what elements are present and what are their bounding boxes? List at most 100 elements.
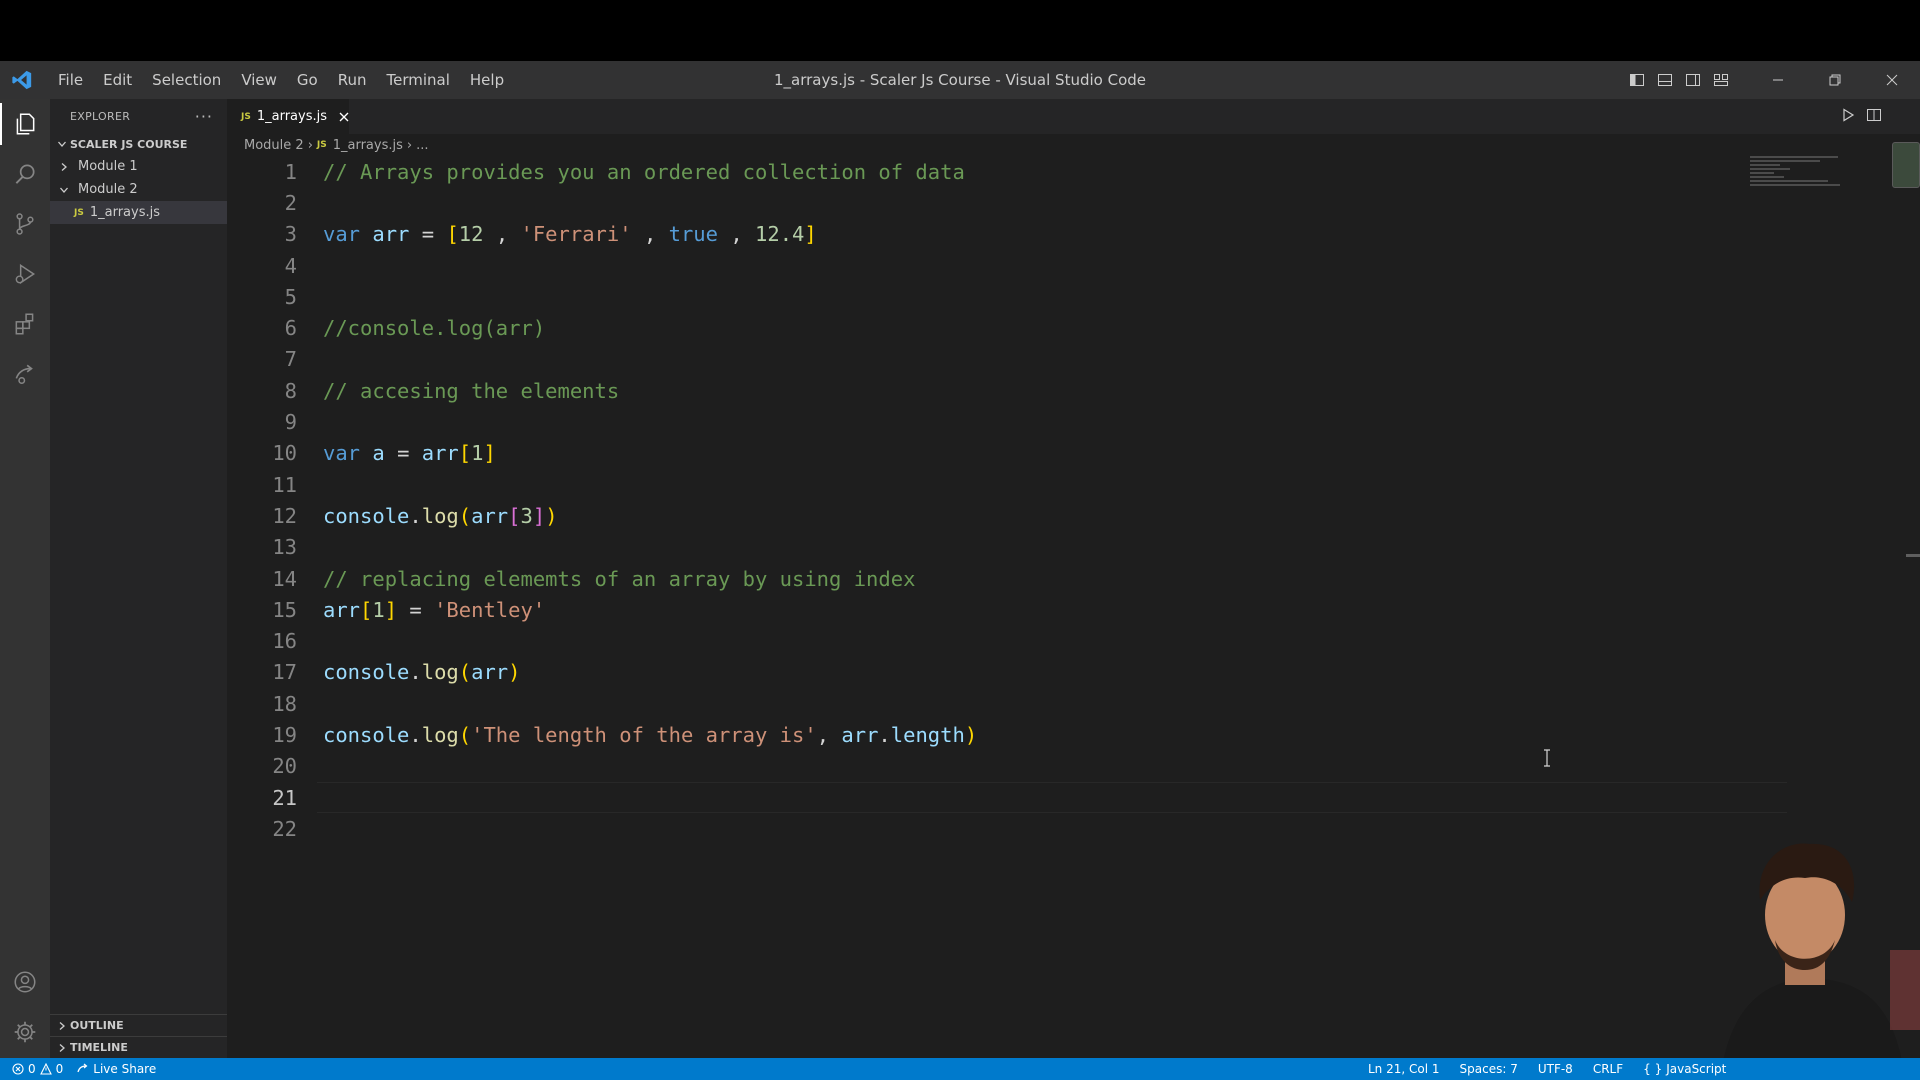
menu-run[interactable]: Run xyxy=(328,61,377,99)
line-number: 11 xyxy=(272,472,297,497)
tree-item-1-arrays-js[interactable]: JS 1_arrays.js xyxy=(50,201,227,224)
code-text: // accesing the elements xyxy=(323,378,620,403)
status-right: Ln 21, Col 1 Spaces: 7 UTF-8 CRLF { } Ja… xyxy=(1368,1058,1726,1080)
timeline-section-header[interactable]: TIMELINE xyxy=(50,1036,227,1058)
line-number: 15 xyxy=(272,597,297,622)
line-number: 13 xyxy=(272,535,297,560)
search-icon[interactable] xyxy=(0,149,50,199)
cursor-position[interactable]: Ln 21, Col 1 xyxy=(1368,1062,1440,1076)
code-text: console.log(arr[3]) xyxy=(323,503,558,528)
code-line: 20 xyxy=(227,751,1787,782)
chevron-right-icon: › xyxy=(307,137,313,153)
language-mode[interactable]: { } JavaScript xyxy=(1643,1062,1726,1076)
tab-label: 1_arrays.js xyxy=(256,109,327,124)
code-line: 3 var arr = [12 , 'Ferrari' , true , 12.4… xyxy=(227,219,1787,250)
warning-icon xyxy=(39,1063,52,1075)
problems-indicator[interactable]: 0 0 xyxy=(12,1062,63,1076)
code-line: 11 xyxy=(227,469,1787,500)
explorer-icon[interactable] xyxy=(0,99,50,149)
code-line: 22 xyxy=(227,813,1787,844)
code-text: // replacing elememts of an array by usi… xyxy=(323,566,916,591)
workspace-section-header[interactable]: SCALER JS COURSE xyxy=(50,133,227,155)
tree-item-module-2[interactable]: Module 2 xyxy=(50,178,227,201)
customize-layout-icon[interactable] xyxy=(1707,61,1735,99)
line-number: 20 xyxy=(272,754,297,779)
menu-help[interactable]: Help xyxy=(460,61,514,99)
line-number: 14 xyxy=(272,566,297,591)
code-text: var arr = [12 , 'Ferrari' , true , 12.4] xyxy=(323,222,817,247)
menu-file[interactable]: File xyxy=(48,61,93,99)
code-editor[interactable]: 1 // Arrays provides you an ordered colle… xyxy=(227,156,1787,845)
line-number: 12 xyxy=(272,503,297,528)
tree-item-label: Module 1 xyxy=(78,159,138,174)
status-left: 0 0 Live Share xyxy=(0,1062,156,1076)
line-number: 6 xyxy=(284,316,297,341)
code-line: 2 xyxy=(227,187,1787,218)
split-editor-icon[interactable] xyxy=(1866,107,1882,127)
run-debug-icon[interactable] xyxy=(0,249,50,299)
code-line: 18 xyxy=(227,688,1787,719)
line-number: 9 xyxy=(284,410,297,435)
status-bar: 0 0 Live Share Ln 21, Col 1 Spaces: 7 UT… xyxy=(0,1058,1920,1080)
code-text: // Arrays provides you an ordered collec… xyxy=(323,159,965,184)
tab-1-arrays-js[interactable]: JS 1_arrays.js xyxy=(227,99,349,134)
chevron-down-icon xyxy=(54,136,70,152)
minimize-icon[interactable] xyxy=(1749,61,1806,99)
code-line: 12 console.log(arr[3]) xyxy=(227,500,1787,531)
toggle-primary-sidebar-icon[interactable] xyxy=(1623,61,1651,99)
code-text: arr[1] = 'Bentley' xyxy=(323,597,546,622)
chevron-right-icon xyxy=(54,1018,70,1034)
outline-section-header[interactable]: OUTLINE xyxy=(50,1014,227,1036)
tree-item-module-1[interactable]: Module 1 xyxy=(50,155,227,178)
line-number: 21 xyxy=(272,785,297,810)
encoding[interactable]: UTF-8 xyxy=(1538,1062,1573,1076)
breadcrumb-file[interactable]: 1_arrays.js xyxy=(333,138,403,153)
vscode-logo-icon xyxy=(0,61,44,99)
error-count: 0 xyxy=(28,1062,36,1076)
line-number: 2 xyxy=(284,190,297,215)
tree-item-label: 1_arrays.js xyxy=(89,205,160,220)
extensions-icon[interactable] xyxy=(0,299,50,349)
menu-go[interactable]: Go xyxy=(287,61,328,99)
live-share-status[interactable]: Live Share xyxy=(77,1062,156,1076)
settings-gear-icon[interactable] xyxy=(0,1007,50,1057)
code-line: 14 // replacing elememts of an array by u… xyxy=(227,563,1787,594)
braces-icon: { } xyxy=(1643,1062,1663,1076)
code-line: 8 // accesing the elements xyxy=(227,375,1787,406)
close-icon[interactable] xyxy=(339,109,349,125)
menu-terminal[interactable]: Terminal xyxy=(377,61,460,99)
code-line: 16 xyxy=(227,625,1787,656)
line-number: 10 xyxy=(272,441,297,466)
menu-selection[interactable]: Selection xyxy=(142,61,231,99)
line-number: 19 xyxy=(272,722,297,747)
toggle-panel-icon[interactable] xyxy=(1651,61,1679,99)
breadcrumb-more[interactable]: ... xyxy=(416,138,428,153)
accounts-icon[interactable] xyxy=(0,957,50,1007)
live-share-icon[interactable] xyxy=(0,349,50,399)
close-icon[interactable] xyxy=(1863,61,1920,99)
outline-label: OUTLINE xyxy=(70,1019,124,1032)
code-line: 19 console.log('The length of the array i… xyxy=(227,719,1787,750)
chevron-down-icon xyxy=(56,182,72,198)
line-number: 17 xyxy=(272,660,297,685)
breadcrumb-folder[interactable]: Module 2 xyxy=(244,138,304,153)
restore-icon[interactable] xyxy=(1806,61,1863,99)
chevron-right-icon xyxy=(56,159,72,175)
text-cursor-icon xyxy=(1543,749,1551,767)
source-control-icon[interactable] xyxy=(0,199,50,249)
menu-edit[interactable]: Edit xyxy=(93,61,142,99)
more-actions-icon[interactable]: ··· xyxy=(195,107,213,126)
run-file-icon[interactable] xyxy=(1840,107,1856,127)
line-number: 8 xyxy=(284,378,297,403)
toggle-secondary-sidebar-icon[interactable] xyxy=(1679,61,1707,99)
minimap[interactable] xyxy=(1750,156,1860,206)
explorer-header: EXPLORER ··· xyxy=(50,99,227,133)
tree-item-label: Module 2 xyxy=(78,182,138,197)
menu-view[interactable]: View xyxy=(231,61,287,99)
code-line: 4 xyxy=(227,250,1787,281)
js-file-icon: JS xyxy=(74,207,84,218)
indentation[interactable]: Spaces: 7 xyxy=(1460,1062,1518,1076)
title-bar-controls xyxy=(1623,61,1920,99)
end-of-line[interactable]: CRLF xyxy=(1593,1062,1623,1076)
code-line-current: 21 xyxy=(227,781,1787,814)
